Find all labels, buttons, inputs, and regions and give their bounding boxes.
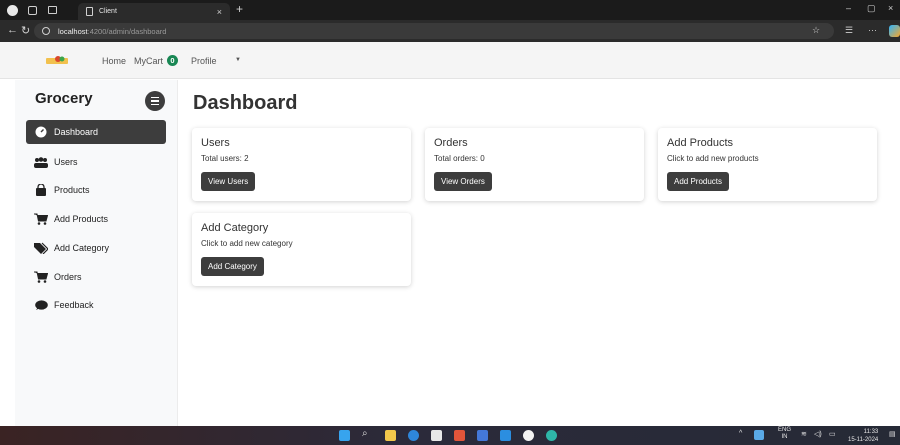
favorites-icon[interactable]: ☰: [845, 25, 853, 36]
language-indicator[interactable]: ENG IN: [778, 427, 791, 441]
sidebar-item-add-products[interactable]: Add Products: [26, 207, 166, 231]
menu-toggle-button[interactable]: [145, 91, 165, 111]
battery-icon[interactable]: ▭: [829, 430, 836, 438]
sidebar-item-label: Feedback: [54, 300, 94, 310]
browser-toolbar: ← ↻ localhost:4200/admin/dashboard ☆ ☰ ·…: [0, 20, 900, 42]
card-text: Total orders: 0: [434, 154, 485, 163]
edge-browser-icon[interactable]: [408, 430, 419, 441]
lang-top: ENG: [778, 427, 792, 433]
add-category-button[interactable]: Add Category: [201, 257, 264, 276]
card-text: Total users: 2: [201, 154, 249, 163]
tags-icon: [34, 242, 48, 254]
sidebar-item-add-category[interactable]: Add Category: [26, 236, 166, 260]
sidebar-title: Grocery: [35, 90, 93, 107]
view-orders-button[interactable]: View Orders: [434, 172, 492, 191]
tab-actions-icon[interactable]: [47, 5, 58, 16]
add-products-card: Add Products Click to add new products A…: [658, 128, 877, 201]
file-explorer-icon[interactable]: [385, 430, 396, 441]
app-icon[interactable]: [523, 430, 534, 441]
window-close-icon[interactable]: ×: [888, 3, 893, 13]
tray-expand-icon[interactable]: ^: [739, 430, 742, 437]
sidebar-item-products[interactable]: Products: [26, 178, 166, 202]
mail-icon[interactable]: [477, 430, 488, 441]
bag-icon: [34, 184, 48, 196]
tab-title: Client: [99, 8, 117, 15]
url-host: localhost: [58, 26, 88, 36]
vscode-icon[interactable]: [500, 430, 511, 441]
sidebar-item-label: Products: [54, 185, 90, 195]
orders-card: Orders Total orders: 0 View Orders: [425, 128, 644, 201]
chevron-down-icon[interactable]: ▼: [235, 57, 241, 63]
tray-app-icon[interactable]: [754, 430, 764, 440]
users-icon: [34, 156, 48, 168]
site-info-icon[interactable]: [42, 27, 50, 35]
clock-time: 11:33: [863, 429, 879, 435]
minimize-icon[interactable]: –: [846, 3, 851, 13]
sidebar-item-label: Users: [54, 157, 78, 167]
sidebar-item-feedback[interactable]: Feedback: [26, 293, 166, 317]
view-users-button[interactable]: View Users: [201, 172, 256, 191]
cart-count-badge: 0: [167, 55, 178, 66]
refresh-icon[interactable]: ↻: [21, 24, 30, 37]
nav-profile-dropdown[interactable]: Profile: [191, 56, 217, 66]
card-text: Click to add new category: [201, 239, 293, 248]
workspaces-icon[interactable]: [27, 5, 38, 16]
card-text: Click to add new products: [667, 154, 759, 163]
nav-home-link[interactable]: Home: [102, 56, 126, 66]
page-title: Dashboard: [193, 92, 298, 114]
card-title: Users: [201, 137, 230, 149]
cart-icon: [34, 271, 48, 283]
notifications-icon[interactable]: ▤: [889, 430, 896, 438]
card-title: Add Products: [667, 137, 734, 149]
maximize-icon[interactable]: ▢: [867, 3, 876, 14]
brand-logo[interactable]: [46, 55, 68, 66]
page-viewport: Home MyCart 0 Profile ▼ Grocery Dashboar…: [0, 42, 900, 426]
address-bar[interactable]: localhost:4200/admin/dashboard: [34, 23, 834, 39]
nav-mycart-link[interactable]: MyCart: [134, 56, 163, 66]
sidebar-item-label: Add Category: [54, 243, 110, 253]
top-navbar: Home MyCart 0 Profile ▼: [0, 42, 900, 79]
search-icon[interactable]: ⌕: [362, 428, 373, 439]
start-icon[interactable]: [339, 430, 350, 441]
sidebar-item-label: Orders: [54, 272, 82, 282]
users-card: Users Total users: 2 View Users: [192, 128, 411, 201]
sidebar-item-label: Add Products: [54, 214, 109, 224]
card-title: Orders: [434, 137, 468, 149]
back-icon[interactable]: ←: [7, 24, 18, 36]
browser-tab-client[interactable]: Client ×: [78, 3, 230, 20]
cart-icon: [34, 213, 48, 225]
copilot-icon[interactable]: [889, 25, 900, 37]
more-icon[interactable]: ···: [868, 25, 877, 35]
brave-icon[interactable]: [454, 430, 465, 441]
sidebar-item-orders[interactable]: Orders: [26, 265, 166, 289]
page-icon: [86, 7, 93, 16]
taskbar-clock[interactable]: 11:33 15-11-2024: [848, 428, 878, 444]
clock-date: 15-11-2024: [848, 437, 879, 443]
volume-icon[interactable]: ◁): [814, 430, 822, 438]
sidebar-item-users[interactable]: Users: [26, 150, 166, 174]
comment-icon: [34, 299, 48, 311]
gauge-icon: [34, 126, 48, 138]
browser-profile-icon[interactable]: [7, 4, 18, 16]
browser-window: Client × + – ▢ × ← ↻ localhost:4200/admi…: [0, 0, 900, 445]
sidebar: Grocery Dashboard Users Products Add Pro…: [15, 80, 178, 426]
add-products-button[interactable]: Add Products: [667, 172, 730, 191]
url-path: :4200/admin/dashboard: [87, 26, 167, 36]
tab-close-icon[interactable]: ×: [217, 7, 222, 17]
windows-taskbar: ⌕ ^ ENG IN ≋ ◁) ▭ 11:33 15-11-2024 ▤: [0, 426, 900, 445]
chrome-icon[interactable]: [546, 430, 557, 441]
card-title: Add Category: [201, 222, 269, 234]
favorite-star-icon[interactable]: ☆: [812, 25, 820, 36]
add-category-card: Add Category Click to add new category A…: [192, 213, 411, 286]
new-tab-icon[interactable]: +: [236, 2, 243, 16]
sidebar-item-dashboard[interactable]: Dashboard: [26, 120, 166, 144]
wifi-icon[interactable]: ≋: [801, 430, 807, 438]
store-icon[interactable]: [431, 430, 442, 441]
sidebar-item-label: Dashboard: [54, 127, 99, 137]
lang-bottom: IN: [781, 434, 788, 440]
